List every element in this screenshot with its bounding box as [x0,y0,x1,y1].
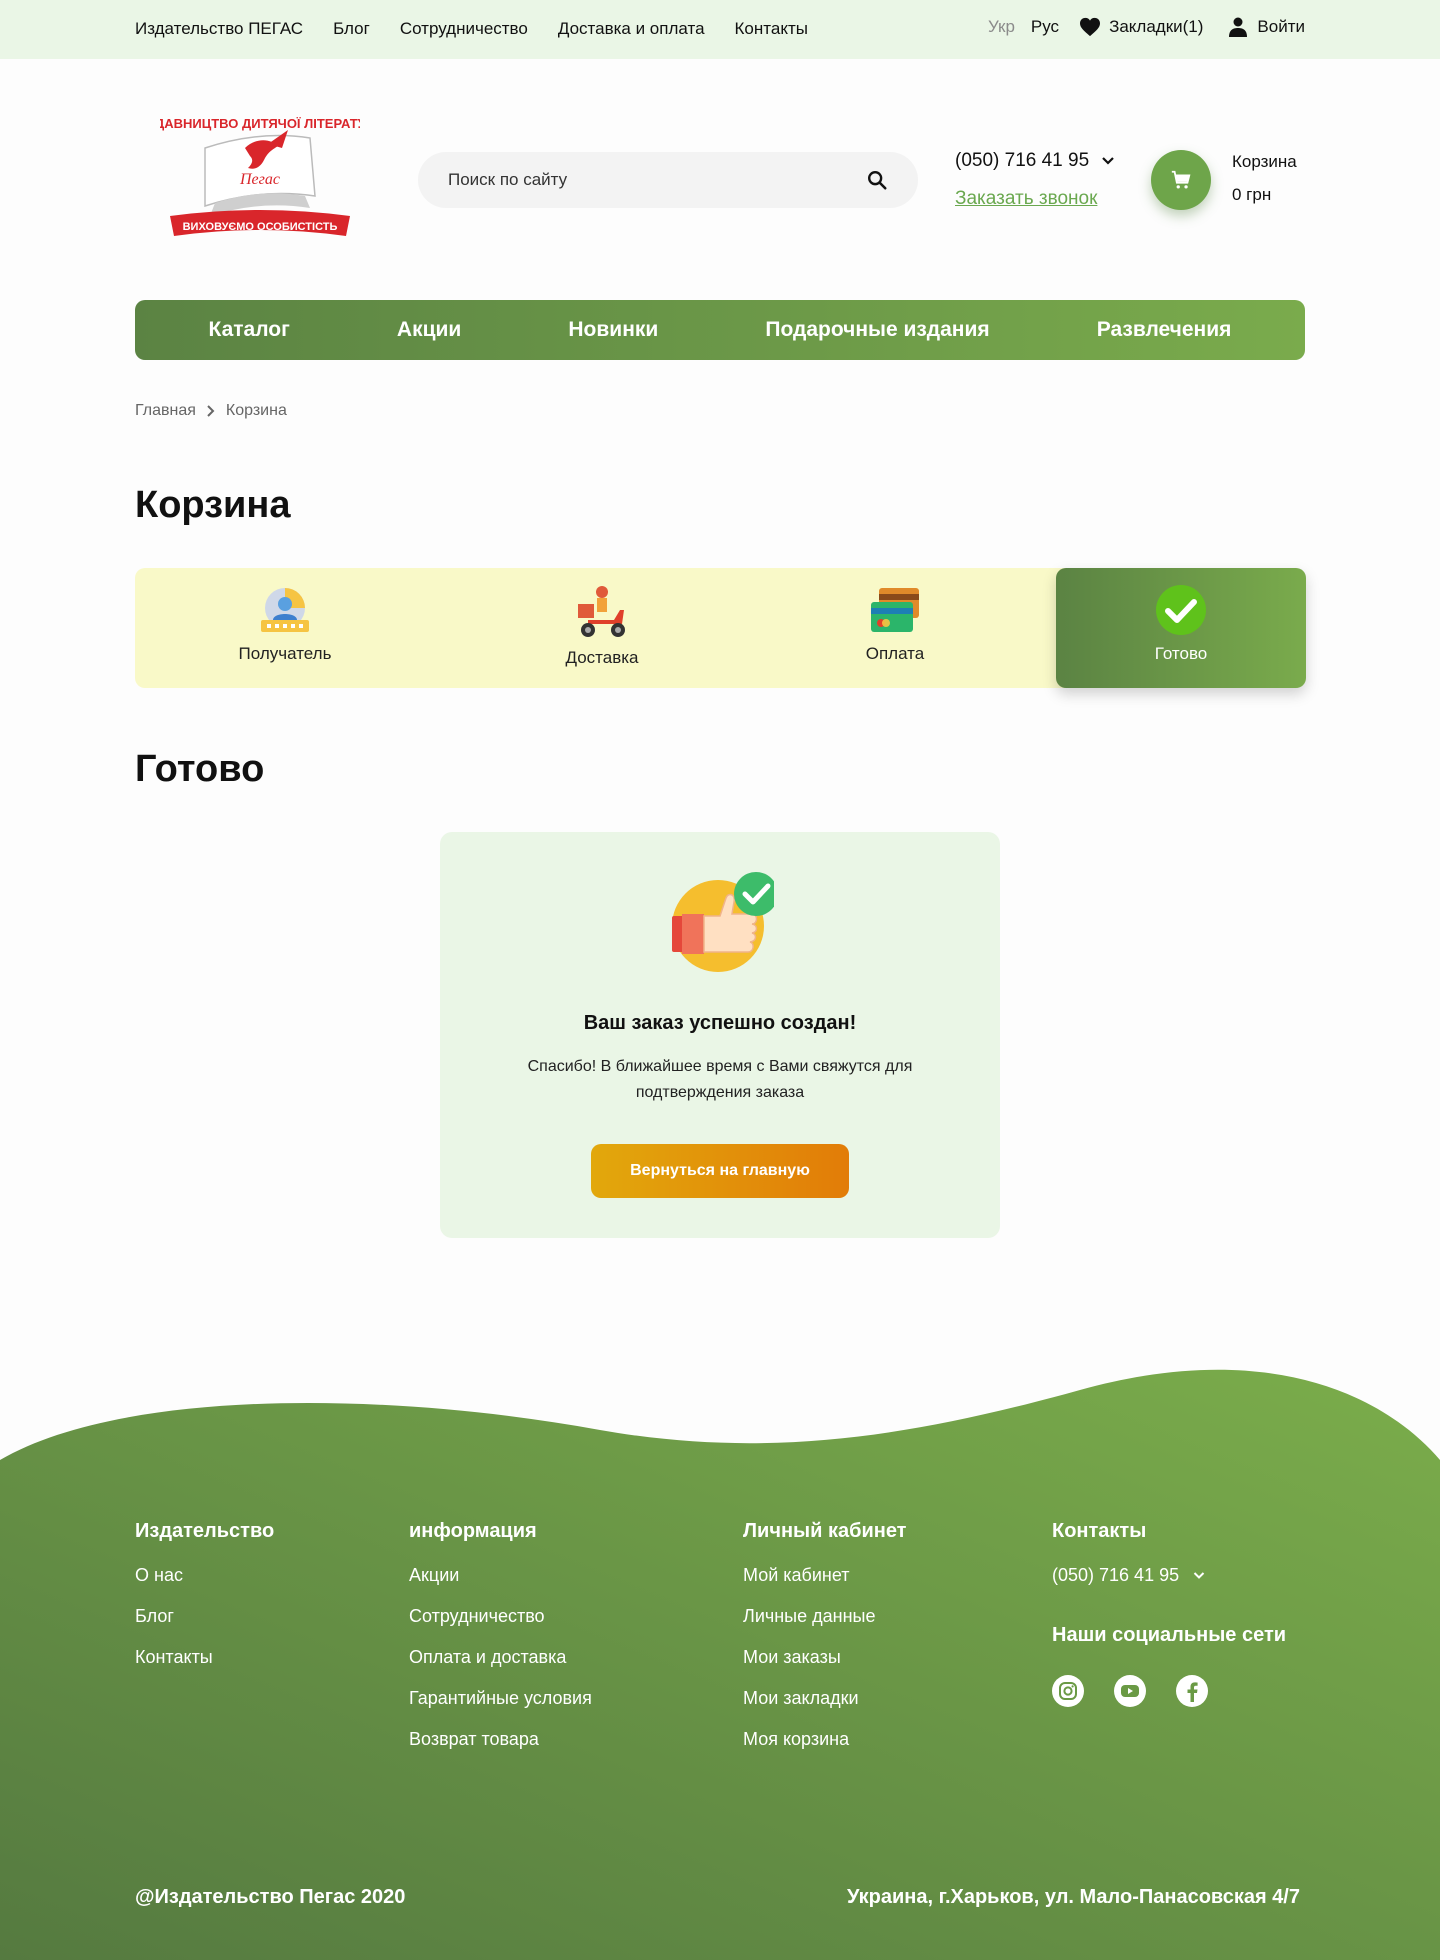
top-nav-cooperation[interactable]: Сотрудничество [400,19,528,39]
lang-ukr-link[interactable]: Укр [988,17,1015,37]
footer-col-info-title: информация [409,1520,537,1542]
footer-copyright: @Издательство Пегас 2020 [135,1886,406,1908]
step-delivery[interactable]: Доставка [522,568,682,688]
footer-col-info: информация Акции Сотрудничество Оплата и… [409,1520,592,1770]
step-done[interactable]: Готово [1056,568,1306,688]
footer-link-promotions[interactable]: Акции [409,1565,592,1586]
top-bar: Издательство ПЕГАС Блог Сотрудничество Д… [0,0,1440,59]
chevron-down-icon [1102,157,1114,165]
top-nav-blog[interactable]: Блог [333,19,370,39]
footer-phone-number: (050) 716 41 95 [1052,1565,1180,1585]
top-nav-contacts[interactable]: Контакты [735,19,808,39]
search-icon[interactable] [866,169,888,191]
footer-col-contacts: Контакты (050) 716 41 95 Наши социальные… [1052,1520,1286,1707]
login-link[interactable]: Войти [1229,17,1305,37]
nav-new[interactable]: Новинки [568,318,658,342]
footer-link-personal-data[interactable]: Личные данные [743,1606,906,1627]
top-right-controls: Укр Рус Закладки(1) Войти [988,17,1305,37]
footer-col-account-title: Личный кабинет [743,1520,907,1542]
facebook-icon[interactable] [1176,1675,1208,1707]
footer-social-links [1052,1675,1286,1707]
section-title: Готово [135,748,265,790]
footer-link-payment-delivery[interactable]: Оплата и доставка [409,1647,592,1668]
step-recipient[interactable]: Получатель [205,568,365,688]
header-phone-number: (050) 716 41 95 [955,150,1090,171]
thumbs-up-icon [672,872,774,972]
footer-col-account: Личный кабинет Мой кабинет Личные данные… [743,1520,906,1770]
lang-rus-link[interactable]: Рус [1031,17,1059,37]
footer-link-cooperation[interactable]: Сотрудничество [409,1606,592,1627]
bookmarks-label: Закладки(1) [1109,17,1204,36]
main-nav: Каталог Акции Новинки Подарочные издания… [135,300,1305,360]
instagram-icon[interactable] [1052,1675,1084,1707]
top-nav-delivery[interactable]: Доставка и оплата [558,19,705,39]
cart-label: Корзина [1232,152,1297,171]
top-nav-publisher[interactable]: Издательство ПЕГАС [135,19,303,39]
checkout-steps: Получатель Доставка Оплата Готово [135,568,1306,688]
bookmarks-link[interactable]: Закладки(1) [1079,17,1203,37]
footer-link-contacts[interactable]: Контакты [135,1647,274,1668]
user-icon [1229,17,1248,37]
breadcrumb-current: Корзина [225,402,287,419]
search-box [418,152,918,208]
payment-card-icon [871,588,919,632]
step-recipient-label: Получатель [238,644,332,663]
logo-ribbon: ВИХОВУЄМО ОСОБИСТІСТЬ [183,221,338,233]
footer-col-publisher-title: Издательство [135,1520,275,1542]
delivery-scooter-icon [578,586,625,637]
breadcrumb: Главная Корзина [135,402,287,420]
footer-col-contacts-title: Контакты [1052,1520,1147,1542]
step-delivery-label: Доставка [565,648,639,667]
step-payment-label: Оплата [865,644,925,663]
page-title: Корзина [135,484,291,526]
footer-link-my-orders[interactable]: Мои заказы [743,1647,906,1668]
youtube-icon[interactable] [1114,1675,1146,1707]
footer-col-publisher: Издательство О нас Блог Контакты [135,1520,274,1688]
logo-top-text: ВИДАВНИЦТВО ДИТЯЧОЇ ЛІТЕРАТУРИ [160,116,360,131]
footer-link-returns[interactable]: Возврат товара [409,1729,592,1750]
nav-promotions[interactable]: Акции [397,318,461,342]
footer-link-about[interactable]: О нас [135,1565,274,1586]
footer-social-title: Наши социальные сети [1052,1624,1287,1646]
cart-total: 0 грн [1232,185,1272,204]
step-payment[interactable]: Оплата [815,568,975,688]
heart-icon [1080,17,1101,37]
recipient-icon [261,588,309,632]
footer-address: Украина, г.Харьков, ул. Мало-Панасовская… [846,1886,1300,1908]
logo-name: Пегас [239,171,280,188]
check-icon [1156,585,1206,635]
nav-gift-editions[interactable]: Подарочные издания [765,318,989,342]
chevron-right-icon [207,405,215,417]
success-heading: Ваш заказ успешно создан! [583,1012,857,1034]
pegas-logo[interactable]: ВИДАВНИЦТВО ДИТЯЧОЇ ЛІТЕРАТУРИ Пегас ВИХ… [160,108,360,248]
breadcrumb-home[interactable]: Главная [135,402,196,420]
step-done-label: Готово [1154,644,1208,663]
footer-phone[interactable]: (050) 716 41 95 [1052,1565,1286,1586]
cart-icon [1171,170,1191,189]
nav-entertainment[interactable]: Развлечения [1097,318,1232,342]
footer-link-warranty[interactable]: Гарантийные условия [409,1688,592,1709]
success-card: Ваш заказ успешно создан! Спасибо! В бли… [440,832,1000,1238]
search-input[interactable] [448,152,848,208]
footer-link-blog[interactable]: Блог [135,1606,274,1627]
footer-link-my-account[interactable]: Мой кабинет [743,1565,906,1586]
login-label: Войти [1257,17,1305,36]
header-phone[interactable]: (050) 716 41 95 [955,150,1115,172]
callback-link[interactable]: Заказать звонок [955,188,1097,210]
success-message: Спасибо! В ближайшее время с Вами свяжут… [527,1058,913,1101]
chevron-down-icon [1193,1572,1205,1579]
cart-button[interactable] [1151,150,1211,210]
back-to-home-button[interactable]: Вернуться на главную [591,1144,849,1198]
footer-link-my-cart[interactable]: Моя корзина [743,1729,906,1750]
footer-link-my-bookmarks[interactable]: Мои закладки [743,1688,906,1709]
top-nav: Издательство ПЕГАС Блог Сотрудничество Д… [135,19,808,39]
nav-catalog[interactable]: Каталог [209,318,290,342]
